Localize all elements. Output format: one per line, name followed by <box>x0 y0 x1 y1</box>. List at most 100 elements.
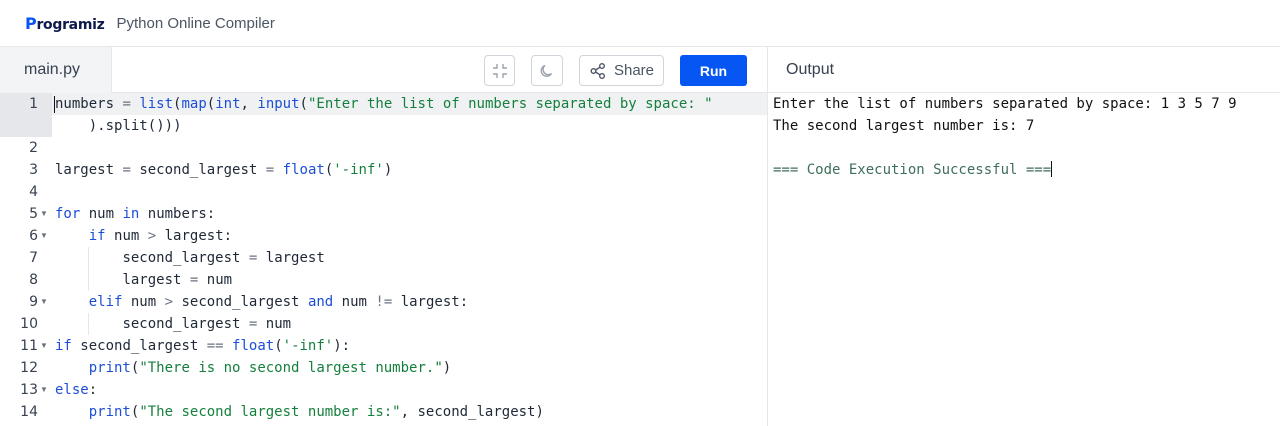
share-icon <box>590 62 605 79</box>
code-token: second_largest <box>181 294 300 310</box>
tab-main-py[interactable]: main.py <box>0 47 112 93</box>
line-number: 12 <box>20 360 38 376</box>
code-builtin: list <box>139 96 174 112</box>
fold-arrow-icon[interactable]: ▼ <box>40 335 48 357</box>
code-token: largest <box>265 250 325 266</box>
code-builtin: float <box>282 162 325 178</box>
code-line: else: <box>55 379 97 401</box>
fold-arrow-icon[interactable]: ▼ <box>40 225 48 247</box>
code-token: ( <box>324 162 334 178</box>
code-keyword: else <box>55 382 89 398</box>
code-token: : <box>341 338 351 354</box>
code-token: ) <box>383 162 393 178</box>
code-builtin: print <box>88 360 131 376</box>
code-string: "The second largest number is:" <box>139 404 401 420</box>
fold-arrow-icon[interactable]: ▼ <box>40 203 48 225</box>
code-token: num <box>130 294 157 310</box>
code-token: : <box>223 228 233 244</box>
line-number: 4 <box>29 184 38 200</box>
code-keyword: and <box>307 294 334 310</box>
code-keyword: in <box>122 206 140 222</box>
fold-arrow-icon[interactable]: ▼ <box>40 291 48 313</box>
code-token: : <box>88 382 98 398</box>
code-line: numbers = list(map(int, input("Enter the… <box>55 93 713 115</box>
share-button[interactable]: Share <box>579 55 664 86</box>
code-line: ).split())) <box>55 115 182 137</box>
code-token: num <box>206 272 233 288</box>
code-token: , <box>400 404 410 420</box>
code-token: num <box>88 206 115 222</box>
code-builtin: int <box>215 96 241 112</box>
code-token: ) <box>535 404 544 420</box>
app-title: Python Online Compiler <box>116 14 275 32</box>
code-builtin: input <box>257 96 300 112</box>
fullscreen-button[interactable] <box>484 55 515 86</box>
code-token: ( <box>299 96 308 112</box>
code-line: print("There is no second largest number… <box>55 357 451 379</box>
output-cursor <box>1051 161 1053 177</box>
code-token: second_largest <box>417 404 536 420</box>
line-number: 5 <box>29 206 38 222</box>
code-token: numbers <box>147 206 207 222</box>
code-keyword: if <box>88 228 106 244</box>
fold-arrow-icon[interactable]: ▼ <box>40 379 48 401</box>
theme-toggle-button[interactable] <box>531 55 563 86</box>
code-token: split <box>105 118 148 134</box>
text-cursor <box>54 96 55 113</box>
code-line: second_largest = num <box>55 313 291 335</box>
code-builtin: float <box>232 338 275 354</box>
line-number: 8 <box>29 272 38 288</box>
run-button[interactable]: Run <box>680 55 747 86</box>
code-token: ( <box>147 118 157 134</box>
line-number: 13 <box>20 382 38 398</box>
code-token: second_largest <box>139 162 258 178</box>
output-header: Output <box>767 47 1280 93</box>
code-editor[interactable]: 1 2 3 4 5 6 7 8 9 10 11 12 13 14 ▼ ▼ ▼ ▼… <box>0 93 767 426</box>
code-token: largest <box>55 162 115 178</box>
code-token: largest <box>164 228 224 244</box>
code-token: ) <box>442 360 452 376</box>
line-number: 14 <box>20 404 38 420</box>
code-token: ) <box>164 118 174 134</box>
line-number: 2 <box>29 140 38 156</box>
code-token: ( <box>206 96 216 112</box>
line-number: 1 <box>29 96 38 112</box>
line-number: 7 <box>29 250 38 266</box>
code-token: , <box>240 96 249 112</box>
code-token: : <box>459 294 469 310</box>
line-number: 3 <box>29 162 38 178</box>
code-string: "Enter the list of numbers separated by … <box>307 96 713 112</box>
code-line: for num in numbers: <box>55 203 215 225</box>
code-line: largest = second_largest = float('-inf') <box>55 159 392 181</box>
output-panel[interactable]: Enter the list of numbers separated by s… <box>767 93 1280 426</box>
execution-status: === Code Execution Successful === <box>773 161 1053 178</box>
line-number: 11 <box>20 338 38 354</box>
line-number: 10 <box>20 316 38 332</box>
programiz-logo[interactable]: Programiz <box>25 14 105 33</box>
line-number: 6 <box>29 228 38 244</box>
code-token: ) <box>333 338 342 354</box>
top-bar: Programiz Python Online Compiler <box>0 0 1280 47</box>
code-token: ( <box>274 338 283 354</box>
moon-icon <box>540 64 553 77</box>
code-line: elif num > second_largest and num != lar… <box>55 291 468 313</box>
code-token: num <box>265 316 292 332</box>
